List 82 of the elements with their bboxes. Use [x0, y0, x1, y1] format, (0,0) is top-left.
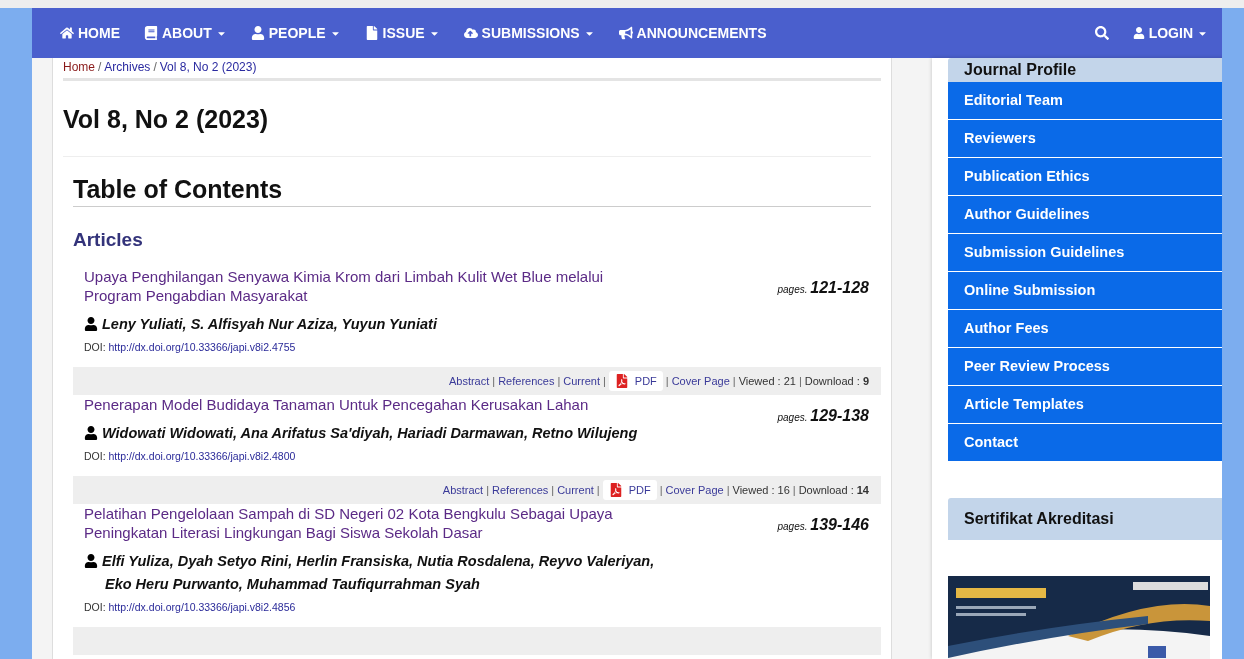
separator: | — [665, 375, 669, 387]
article-stat: Viewed : 21 — [738, 375, 796, 387]
doi-label: DOI: — [84, 450, 106, 462]
author-list: Widowati Widowati, Ana Arifatus Sa'diyah, Hariadi Darmawan, Retno Wilujeng — [102, 422, 638, 445]
nav-menu-item[interactable]: HOME — [60, 25, 120, 41]
article-link[interactable]: Abstract — [448, 375, 490, 387]
separator: | — [602, 375, 606, 387]
pdf-link[interactable]: PDF — [608, 371, 663, 391]
separator: | — [486, 484, 489, 496]
sidebar-menu-item[interactable]: Contact — [948, 424, 1222, 462]
user-icon — [84, 426, 98, 440]
separator: | — [798, 375, 802, 387]
sidebar-menu-item[interactable]: Article Templates — [948, 386, 1222, 424]
cloud-upload-icon — [463, 26, 478, 40]
nav-menu-item[interactable]: SUBMISSIONS — [463, 25, 595, 41]
doi-link[interactable]: http://dx.doi.org/10.33366/japi.v8i2.4856 — [108, 601, 296, 613]
page-range: pages. 121-128 — [777, 278, 869, 298]
nav-menu-item[interactable]: ABOUT — [144, 25, 227, 41]
section-heading: Table of Contents — [73, 175, 871, 207]
breadcrumb-separator: / — [153, 60, 157, 74]
breadcrumb-link[interactable]: Home — [63, 60, 95, 74]
user-icon — [84, 554, 98, 568]
sidebar-heading: Sertifikat Akreditasi — [948, 498, 1222, 540]
sidebar-menu-item[interactable]: Author Fees — [948, 310, 1222, 348]
book-icon — [144, 26, 158, 40]
sidebar-heading: Journal Profile — [948, 58, 1222, 82]
pdf-icon — [614, 374, 629, 388]
separator: | — [792, 484, 796, 496]
article-stat: Download : 9 — [804, 375, 869, 387]
home-icon — [60, 26, 74, 40]
breadcrumb-link[interactable]: Archives — [104, 60, 151, 74]
pdf-icon — [608, 483, 623, 497]
article-link[interactable]: Cover Page — [671, 375, 730, 387]
sidebar-menu-item[interactable]: Reviewers — [948, 120, 1222, 158]
author-list: Leny Yuliati, S. Alfisyah Nur Aziza, Yuyun Yuniati — [102, 313, 437, 336]
sidebar-menu-item[interactable]: Peer Review Process — [948, 348, 1222, 386]
user-icon — [84, 317, 98, 331]
sidebar-menu-item[interactable]: Online Submission — [948, 272, 1222, 310]
article-link[interactable]: Current — [563, 375, 600, 387]
article-link[interactable]: Current — [557, 484, 594, 496]
separator: | — [659, 484, 663, 496]
separator: | — [492, 375, 496, 387]
megaphone-icon — [618, 26, 633, 40]
sidebar-menu-item[interactable]: Author Guidelines — [948, 196, 1222, 234]
page-range: pages. 139-146 — [777, 515, 869, 535]
page-range: pages. 129-138 — [777, 406, 869, 426]
separator: | — [726, 484, 730, 496]
issue-title: Vol 8, No 2 (2023) — [63, 81, 871, 157]
article-link[interactable]: Abstract — [442, 484, 484, 496]
nav-menu-item[interactable]: ISSUE — [364, 25, 440, 41]
author-list: Elfi Yuliza, Dyah Setyo Rini, Herlin Fransiska, Nutia Rosdalena, Reyvo Valeriyan, Eko Heru Purwanto, Muhammad Taufiqurrahman Syah — [102, 550, 655, 596]
doi-link[interactable]: http://dx.doi.org/10.33366/japi.v8i2.4800 — [108, 450, 296, 462]
user-icon — [250, 26, 265, 40]
breadcrumb-separator: / — [98, 60, 102, 74]
article-link[interactable]: Cover Page — [665, 484, 724, 496]
nav-menu-item[interactable]: ANNOUNCEMENTS — [618, 25, 767, 41]
sidebar-menu-item[interactable]: Submission Guidelines — [948, 234, 1222, 272]
doi-label: DOI: — [84, 341, 106, 353]
subsection-heading: Articles — [73, 229, 144, 251]
separator: | — [732, 375, 736, 387]
user-icon — [1132, 27, 1145, 39]
separator: | — [596, 484, 600, 496]
article-title-link[interactable]: Pelatihan Pengelolaan Sampah di SD Negeri 02 Kota Bengkulu Sebagai Upaya Peningkatan Literasi Lingkungan Bagi Siswa Sekolah Dasar — [84, 504, 624, 542]
article-stat: Download : 14 — [798, 484, 869, 496]
nav-menu-item[interactable]: PEOPLE — [250, 25, 341, 41]
article-stat: Viewed : 16 — [732, 484, 790, 496]
separator: | — [557, 375, 561, 387]
doi-link[interactable]: http://dx.doi.org/10.33366/japi.v8i2.4755 — [108, 341, 296, 353]
sidebar-menu-item[interactable]: Publication Ethics — [948, 158, 1222, 196]
search-icon — [1094, 26, 1109, 40]
article-title-link[interactable]: Upaya Penghilangan Senyawa Kimia Krom dari Limbah Kulit Wet Blue melalui Program Pengabdian Masyarakat — [84, 267, 624, 305]
breadcrumb-link[interactable]: Vol 8, No 2 (2023) — [159, 60, 257, 74]
article-title-link[interactable]: Penerapan Model Budidaya Tanaman Untuk Pencegahan Kerusakan Lahan — [84, 395, 624, 414]
login-menu[interactable]: LOGIN — [1132, 25, 1208, 41]
article-link[interactable]: References — [492, 484, 549, 496]
search-button[interactable] — [1094, 26, 1109, 40]
pdf-link[interactable]: PDF — [602, 480, 657, 500]
file-icon — [364, 26, 379, 40]
sidebar-menu-item[interactable]: Editorial Team — [948, 82, 1222, 120]
doi-label: DOI: — [84, 601, 106, 613]
article-link[interactable]: References — [498, 375, 555, 387]
separator: | — [551, 484, 555, 496]
